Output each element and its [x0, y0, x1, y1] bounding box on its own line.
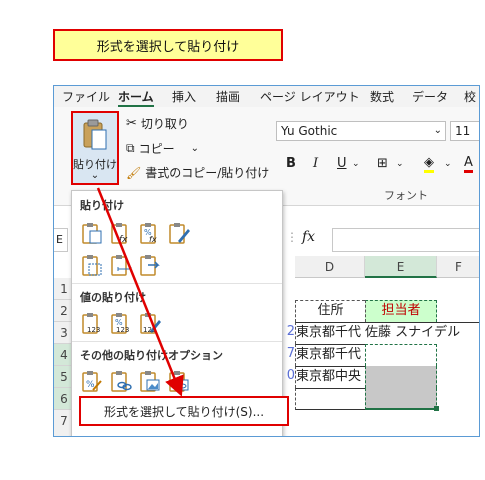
menu-section-paste: 貼り付け [80, 199, 124, 212]
paste-link-icon[interactable] [109, 369, 133, 393]
menu-divider [72, 341, 282, 342]
paste-values-number-format-icon[interactable]: % 123 [109, 311, 133, 335]
cell-e5[interactable] [365, 366, 437, 388]
svg-text:fx: fx [149, 235, 157, 244]
font-color-button[interactable]: A [464, 155, 473, 173]
paste-no-borders-icon[interactable] [80, 253, 104, 277]
fill-color-icon[interactable]: ◈ [424, 155, 434, 173]
paste-values-icon[interactable]: 123 [80, 311, 104, 335]
paste-special-button[interactable]: 形式を選択して貼り付け(S)... [79, 396, 289, 426]
fill-handle[interactable] [434, 406, 439, 411]
chevron-down-icon: ⌄ [444, 159, 452, 169]
tab-review[interactable]: 校 [464, 88, 476, 105]
chevron-down-icon: ⌄ [352, 159, 360, 169]
cell-e2[interactable]: 担当者 [365, 300, 437, 322]
font-size-select[interactable]: 11 [450, 121, 479, 141]
copy-icon: ⧉ [126, 141, 135, 155]
cell-d4[interactable]: 東京都千代 [295, 344, 365, 366]
format-painter-label: 書式のコピー/貼り付け [145, 166, 270, 180]
paste-special-label: 形式を選択して貼り付け(S)... [103, 404, 265, 419]
paste-icon[interactable] [80, 221, 104, 245]
font-name-select[interactable]: Yu Gothic ⌄ [276, 121, 446, 141]
cell-d5[interactable]: 東京都中央 [295, 366, 365, 388]
name-box[interactable]: E [54, 228, 68, 252]
chevron-down-icon: ⌄ [190, 143, 199, 154]
paste-transpose-icon[interactable] [138, 253, 162, 277]
tab-file[interactable]: ファイル [62, 88, 110, 105]
brush-icon: 🖌 [126, 165, 142, 180]
cell-e3[interactable]: 佐藤 スナイデル [365, 322, 479, 344]
cut-label: 切り取り [140, 117, 189, 131]
ribbon-tab-bar: ファイル ホーム 挿入 描画 ページ レイアウト 数式 データ 校 [54, 86, 479, 108]
tab-home[interactable]: ホーム [118, 88, 154, 108]
paste-formatting-icon[interactable]: % [80, 369, 104, 393]
scissors-icon: ✂ [126, 116, 137, 131]
tab-formulas[interactable]: 数式 [370, 88, 394, 105]
menu-section-values: 値の貼り付け [80, 291, 146, 304]
paste-values-source-formatting-icon[interactable]: 123 [138, 311, 162, 335]
column-header-f[interactable]: F [437, 256, 479, 278]
tab-data[interactable]: データ [412, 88, 448, 105]
cell-d6[interactable] [295, 388, 365, 410]
paste-picture-icon[interactable] [138, 369, 162, 393]
paste-linked-picture-icon[interactable] [167, 369, 191, 393]
copy-label: コピー [138, 142, 175, 156]
format-painter-button[interactable]: 🖌 書式のコピー/貼り付け [126, 164, 269, 181]
dots-icon: ⋮ [286, 230, 298, 244]
paste-keep-column-widths-icon[interactable] [109, 253, 133, 277]
svg-text:123: 123 [87, 326, 100, 334]
tab-page-layout[interactable]: ページ レイアウト [260, 88, 360, 105]
caption-text: 形式を選択して貼り付け [96, 39, 240, 55]
menu-divider [72, 283, 282, 284]
tab-draw[interactable]: 描画 [216, 88, 240, 105]
font-group-label: フォント [384, 189, 428, 202]
menu-section-other: その他の貼り付けオプション [80, 349, 223, 362]
fx-icon[interactable]: fx [302, 229, 315, 245]
excel-window: ファイル ホーム 挿入 描画 ページ レイアウト 数式 データ 校 貼り付け ⌄… [53, 85, 480, 437]
svg-text:123: 123 [116, 326, 129, 334]
cell-e6[interactable] [365, 388, 437, 410]
paste-formulas-number-format-icon[interactable]: % fx [138, 221, 162, 245]
chevron-down-icon: ⌄ [433, 125, 442, 136]
paste-formulas-icon[interactable]: fx [109, 221, 133, 245]
paste-button[interactable]: 貼り付け ⌄ [71, 111, 119, 185]
italic-button[interactable]: I [313, 156, 318, 171]
formula-input[interactable] [332, 228, 479, 252]
font-name-value: Yu Gothic [281, 124, 338, 138]
column-header-d[interactable]: D [295, 256, 365, 278]
column-header-e[interactable]: E [365, 256, 437, 278]
cell-d2[interactable]: 住所 [295, 300, 365, 322]
copy-button[interactable]: ⧉ コピー ⌄ [126, 140, 199, 157]
tab-insert[interactable]: 挿入 [172, 88, 196, 105]
svg-text:fx: fx [119, 235, 128, 245]
paste-keep-source-formatting-icon[interactable] [167, 221, 191, 245]
cut-button[interactable]: ✂ 切り取り [126, 115, 189, 132]
cell-d3[interactable]: 東京都千代 [295, 322, 365, 344]
underline-button[interactable]: U [337, 156, 347, 171]
font-size-value: 11 [455, 124, 471, 138]
borders-icon[interactable]: ⊞ [377, 156, 388, 171]
clipboard-icon [83, 119, 107, 150]
cell-e4[interactable] [365, 344, 437, 366]
chevron-down-icon: ⌄ [90, 170, 100, 181]
svg-text:123: 123 [143, 326, 156, 334]
chevron-down-icon: ⌄ [396, 159, 404, 169]
bold-button[interactable]: B [286, 156, 296, 171]
caption-box: 形式を選択して貼り付け [53, 29, 283, 61]
